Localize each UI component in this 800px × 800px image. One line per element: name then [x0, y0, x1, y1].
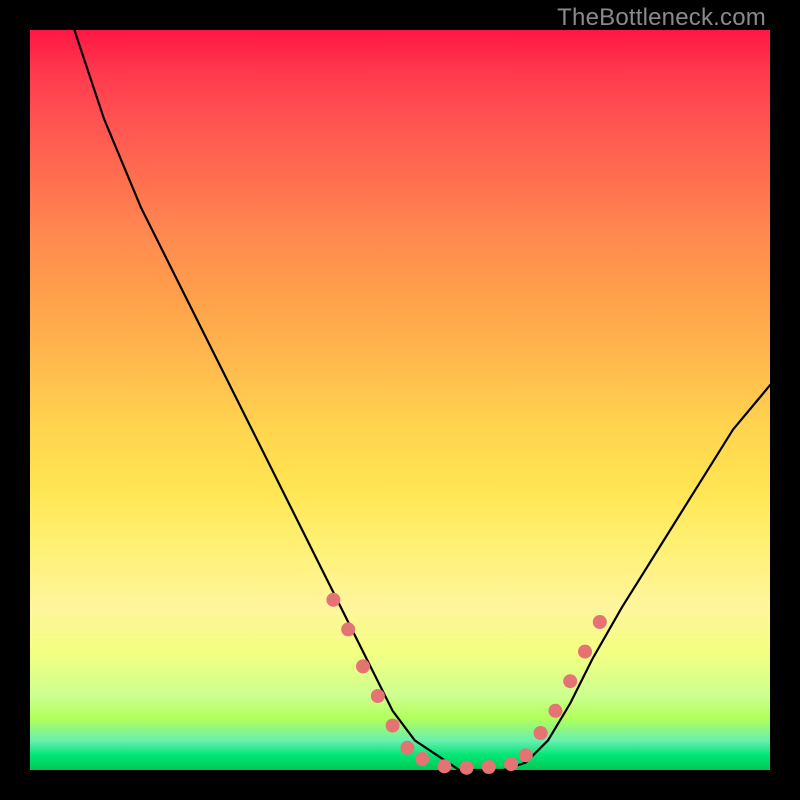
marker-point — [415, 752, 429, 766]
chart-frame: TheBottleneck.com — [0, 0, 800, 800]
marker-point — [563, 674, 577, 688]
curve-svg — [30, 30, 770, 770]
marker-point — [400, 741, 414, 755]
marker-point — [341, 622, 355, 636]
marker-point — [482, 760, 496, 774]
marker-point — [386, 719, 400, 733]
marker-point — [504, 757, 518, 771]
marker-point — [519, 748, 533, 762]
plot-area — [30, 30, 770, 770]
watermark-text: TheBottleneck.com — [557, 4, 766, 32]
curve-markers — [326, 593, 606, 775]
marker-point — [356, 659, 370, 673]
marker-point — [534, 726, 548, 740]
marker-point — [460, 761, 474, 775]
marker-point — [437, 759, 451, 773]
marker-point — [593, 615, 607, 629]
marker-point — [578, 645, 592, 659]
bottleneck-curve — [74, 30, 770, 770]
marker-point — [548, 704, 562, 718]
marker-point — [326, 593, 340, 607]
marker-point — [371, 689, 385, 703]
